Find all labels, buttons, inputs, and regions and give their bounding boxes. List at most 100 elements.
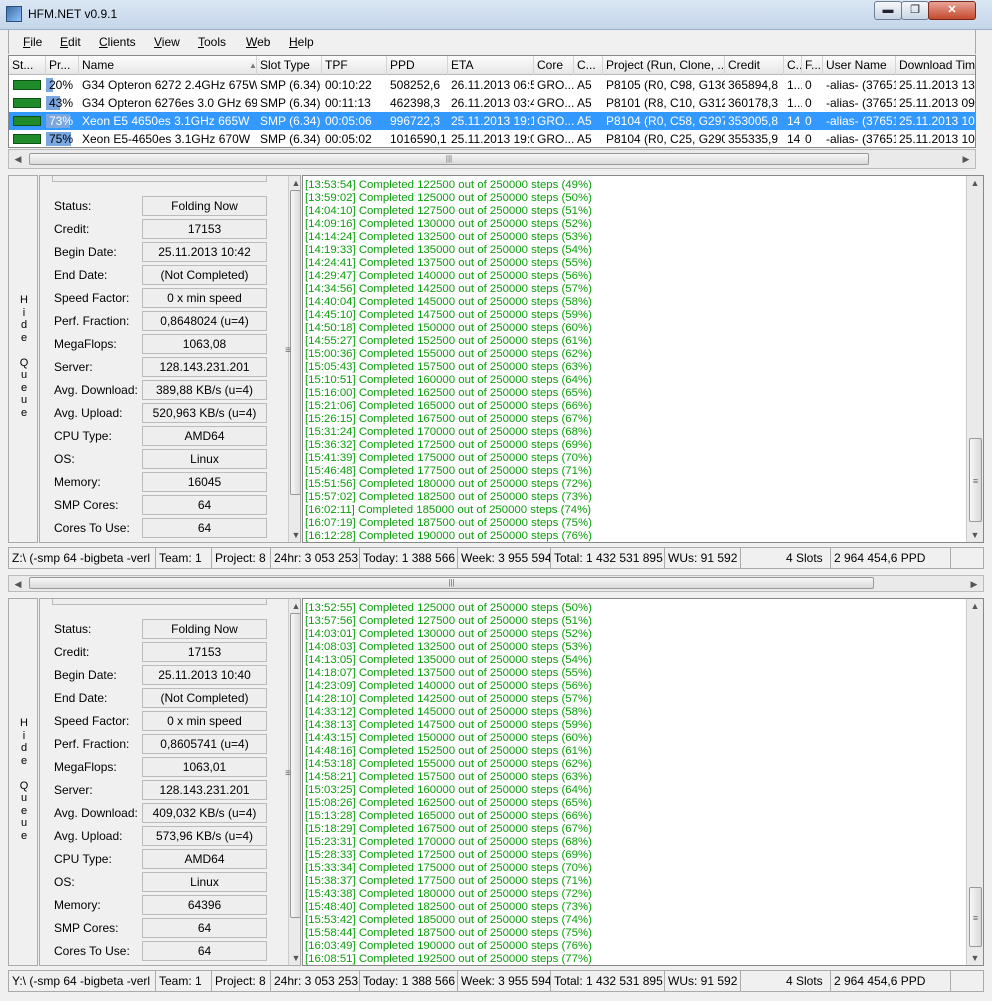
queue-scroll-thumb[interactable] — [290, 613, 300, 918]
info-field: Status: Folding Now — [52, 619, 292, 639]
close-button[interactable]: ✕ — [928, 1, 976, 20]
log-line: [15:28:33] Completed 172500 out of 25000… — [305, 849, 592, 861]
menu-accel: C — [99, 35, 108, 49]
hide-queue-button[interactable]: HideQueue — [8, 598, 38, 966]
slots-grid[interactable]: St... Pr... Name Slot Type TPF PPD ETA Core C...… — [8, 55, 976, 148]
scroll-left-icon[interactable]: ◀ — [11, 152, 25, 166]
column-header[interactable]: Core — [534, 56, 574, 75]
hide-queue-letter: H — [20, 294, 28, 306]
column-header[interactable]: F... — [802, 56, 823, 75]
title-bar[interactable]: HFM.NET v0.9.1 ▬ ❐ ✕ — [0, 0, 992, 30]
hide-queue-letter: e — [20, 381, 28, 394]
queue-scrollbar[interactable]: ▲ ▼ — [288, 599, 300, 965]
scroll-right-icon[interactable]: ▶ — [967, 577, 981, 591]
queue-scroll-thumb[interactable] — [290, 190, 300, 495]
info-field: Begin Date: 25.11.2013 10:42 — [52, 242, 292, 262]
scroll-down-icon[interactable]: ▼ — [968, 528, 982, 542]
status-h24: 24hr: 3 053 253 — [271, 971, 360, 991]
scroll-right-icon[interactable]: ▶ — [959, 152, 973, 166]
menu-web[interactable]: Web — [246, 35, 270, 49]
menu-clients[interactable]: Clients — [99, 35, 136, 49]
cell-eta: 25.11.2013 19:07 — [451, 132, 534, 146]
field-label: Memory: — [54, 898, 101, 912]
grid-row[interactable]: 73% Xeon E5 4650es 3.1GHz 665W SMP (6.34) 0… — [9, 112, 975, 130]
splitter-grip-icon[interactable]: ≡ — [284, 345, 292, 356]
log-line: [15:43:38] Completed 180000 out of 25000… — [305, 888, 592, 900]
field-label: SMP Cores: — [54, 498, 119, 512]
splitter-grip-icon[interactable]: ≡ — [284, 768, 292, 779]
grid-scroll-thumb[interactable]: ||| — [29, 153, 869, 165]
status-project: Project: 8 — [212, 971, 271, 991]
column-header[interactable]: TPF — [322, 56, 387, 75]
client-pane: Hi d e Qu e u e Status: Folding Now Credit: 17153 B… — [8, 598, 984, 966]
log-line: [14:19:33] Completed 135000 out of 25000… — [305, 244, 592, 256]
grid-row[interactable]: 75% Xeon E5-4650es 3.1GHz 670W SMP (6.34) 0… — [9, 130, 975, 147]
scroll-down-icon[interactable]: ▼ — [289, 951, 300, 965]
grid-horizontal-scrollbar[interactable]: ◀ ||| ▶ — [8, 149, 976, 169]
column-header[interactable]: Name — [79, 56, 257, 75]
column-header[interactable]: User Name — [823, 56, 896, 75]
field-value: Folding Now — [142, 619, 267, 639]
field-value: 64 — [142, 518, 267, 538]
scroll-down-icon[interactable]: ▼ — [968, 951, 982, 965]
maximize-button[interactable]: ❐ — [901, 1, 929, 20]
progress-cell: 75% — [46, 130, 79, 147]
scroll-up-icon[interactable]: ▲ — [968, 599, 982, 613]
cell-eta: 26.11.2013 06:50 — [451, 78, 534, 92]
field-label: OS: — [54, 452, 75, 466]
pane-scroll-thumb[interactable]: ||| — [29, 577, 874, 589]
column-header[interactable]: PPD — [387, 56, 448, 75]
field-label: End Date: — [54, 268, 108, 282]
info-field: OS: Linux — [52, 872, 292, 892]
field-value: 25.11.2013 10:40 — [142, 665, 267, 685]
log-line: [13:53:54] Completed 122500 out of 25000… — [305, 179, 592, 191]
field-label: Perf. Fraction: — [54, 314, 130, 328]
minimize-button[interactable]: ▬ — [874, 1, 902, 20]
grid-row[interactable]: 20% G34 Opteron 6272 2.4GHz 675Watt SMP (6… — [9, 76, 975, 94]
log-viewer[interactable]: [13:52:55] Completed 125000 out of 25000… — [302, 598, 984, 966]
column-header[interactable]: St... — [9, 56, 46, 75]
scroll-left-icon[interactable]: ◀ — [11, 577, 25, 591]
log-scrollbar[interactable]: ▲ ≡ ▼ — [966, 176, 983, 542]
pane-horizontal-scrollbar[interactable]: ◀ ||| ▶ — [8, 575, 984, 592]
scroll-up-icon[interactable]: ▲ — [289, 176, 300, 190]
log-line: [14:23:09] Completed 140000 out of 25000… — [305, 680, 592, 692]
queue-panel: Status: Folding Now Credit: 17153 Begin Date… — [39, 598, 301, 966]
column-header[interactable]: C... — [784, 56, 802, 75]
hide-queue-letter: i — [22, 306, 26, 319]
cell-slot-type: SMP (6.34) — [260, 132, 321, 146]
log-line: [15:41:39] Completed 175000 out of 25000… — [305, 452, 592, 464]
menu-help[interactable]: Help — [289, 35, 314, 49]
scroll-down-icon[interactable]: ▼ — [289, 528, 300, 542]
column-header[interactable]: Pr... — [46, 56, 79, 75]
menu-tools[interactable]: Tools — [198, 35, 226, 49]
cell-user: -alias- (37651) — [826, 96, 896, 110]
grid-row[interactable]: 43% G34 Opteron 6276es 3.0 GHz 695... SMP … — [9, 94, 975, 112]
column-header[interactable]: Project (Run, Clone, ... — [603, 56, 725, 75]
scroll-up-icon[interactable]: ▲ — [289, 599, 300, 613]
log-scroll-thumb[interactable]: ≡ — [969, 887, 982, 947]
cell-project: P8101 (R8, C10, G312) — [606, 96, 725, 110]
column-header[interactable]: Download Time — [896, 56, 975, 75]
status-week: Week: 3 955 594 — [458, 548, 551, 568]
cell-tpf: 00:05:06 — [325, 114, 372, 128]
column-header[interactable]: Credit — [725, 56, 784, 75]
log-viewer[interactable]: [13:53:54] Completed 122500 out of 25000… — [302, 175, 984, 543]
menu-view[interactable]: View — [154, 35, 180, 49]
field-value: (Not Completed) — [142, 688, 267, 708]
column-header[interactable]: Slot Type — [257, 56, 322, 75]
hide-queue-button[interactable]: HideQueue — [8, 175, 38, 543]
menu-file[interactable]: File — [23, 35, 42, 49]
scroll-up-icon[interactable]: ▲ — [968, 176, 982, 190]
field-value: 17153 — [142, 642, 267, 662]
column-header[interactable]: C... — [574, 56, 603, 75]
log-scrollbar[interactable]: ▲ ≡ ▼ — [966, 599, 983, 965]
column-header[interactable]: ETA — [448, 56, 534, 75]
field-label: Memory: — [54, 475, 101, 489]
log-scroll-thumb[interactable]: ≡ — [969, 438, 982, 522]
queue-scrollbar[interactable]: ▲ ▼ — [288, 176, 300, 542]
queue-selector[interactable] — [52, 599, 267, 605]
menu-edit[interactable]: Edit — [60, 35, 81, 49]
status-ppd: 2 964 454,6 PPD — [831, 971, 951, 991]
queue-selector[interactable] — [52, 176, 267, 182]
